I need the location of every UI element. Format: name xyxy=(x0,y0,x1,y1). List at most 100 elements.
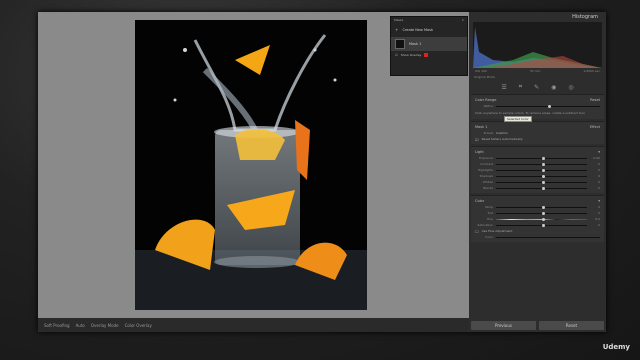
slider-track[interactable] xyxy=(496,162,587,166)
slider-value: 0 xyxy=(598,162,600,166)
reset-sliders-label: Reset Sliders Automatically xyxy=(481,137,523,141)
slider-thumb[interactable] xyxy=(541,186,545,190)
slider-value: 0 xyxy=(598,186,600,190)
slider-track[interactable] xyxy=(496,223,587,227)
slider-label: Saturation xyxy=(477,223,493,227)
slider-value: 0 xyxy=(598,211,600,215)
mask-label: Mask 1 xyxy=(409,42,422,46)
masking-icon[interactable]: ◎ xyxy=(568,84,573,91)
slider-thumb[interactable] xyxy=(541,217,545,221)
checkbox-icon[interactable]: ☐ xyxy=(475,229,479,234)
create-mask-button[interactable]: ＋ Create New Mask xyxy=(391,23,467,37)
hint-text: Click anywhere to sample colors. To remo… xyxy=(475,111,586,115)
chevron-down-icon[interactable]: ▾ xyxy=(598,199,600,203)
slider-label: Tint xyxy=(487,211,493,215)
effect-label: Effect xyxy=(589,125,600,129)
slider-value: 0.00 xyxy=(593,156,600,160)
shutter-label: 1/2000 sec xyxy=(583,69,600,73)
right-panel: Histogram ISO 100 35 mm 1/2000 sec Origina… xyxy=(469,12,606,332)
preset-select[interactable]: Custom xyxy=(496,131,508,135)
overlay-mode-label: Overlay Mode xyxy=(90,322,119,328)
slider-thumb[interactable] xyxy=(541,211,545,215)
watermark-logo: Udemy xyxy=(602,343,630,351)
slider-value: 0 xyxy=(598,223,600,227)
auto-toggle[interactable]: Auto xyxy=(76,323,85,328)
soft-proofing-label: Soft Proofing xyxy=(44,322,70,328)
slider-value: 0.0 xyxy=(595,217,600,221)
light-label: Light xyxy=(475,150,484,154)
slider-thumb[interactable] xyxy=(541,156,545,160)
color-range-section: Color Range Reset Refine Click anywhere t… xyxy=(471,94,604,119)
mask-effect-section: Mask 1 Effect Preset Custom ☑ Reset Sliders… xyxy=(471,121,604,144)
slider-label: Contrast xyxy=(480,162,493,166)
iso-label: ISO 100 xyxy=(475,69,487,73)
refine-label: Refine xyxy=(483,104,493,108)
create-mask-label: Create New Mask xyxy=(402,28,434,32)
lightroom-window: Soft Proofing Auto Overlay Mode Color Ov… xyxy=(38,12,606,332)
previous-button[interactable]: Previous xyxy=(471,321,536,330)
color-range-label: Color Range xyxy=(475,98,497,102)
plus-icon: ＋ xyxy=(395,27,399,32)
preset-label: Preset xyxy=(483,131,493,135)
photo-preview[interactable] xyxy=(135,20,367,310)
slider-label: Whites xyxy=(482,180,493,184)
slider-value: 0 xyxy=(598,168,600,172)
slider-label: Blacks xyxy=(483,186,493,190)
slider-label: Shadows xyxy=(479,174,493,178)
slider-label: Hue xyxy=(486,217,493,221)
redeye-icon[interactable]: ◉ xyxy=(551,84,556,91)
slider-track[interactable] xyxy=(496,217,587,221)
tooltip: Selected Color xyxy=(504,116,532,122)
masks-panel: Masks × ＋ Create New Mask Mask 1 ☑ Show Ove… xyxy=(390,16,468,76)
slider-track[interactable] xyxy=(496,174,587,178)
button-bar: Previous Reset xyxy=(471,321,604,330)
crop-icon[interactable]: ⌗ xyxy=(519,83,522,91)
show-overlay-label: Show Overlay xyxy=(400,53,422,57)
fine-adjust-label: Use Fine Adjustment xyxy=(481,229,513,233)
mask-thumbnail xyxy=(395,39,405,49)
color-picker-label: Color xyxy=(485,235,493,239)
photo-image xyxy=(135,20,367,310)
toolbar-bottom: Soft Proofing Auto Overlay Mode Color Ov… xyxy=(38,318,469,332)
slider-value: 0 xyxy=(598,174,600,178)
slider-thumb[interactable] xyxy=(541,174,545,178)
slider-track[interactable] xyxy=(496,156,587,160)
histogram-title: Histogram xyxy=(572,14,598,20)
slider-track[interactable] xyxy=(496,211,587,215)
light-section: Light ▾ Exposure 0.00 Contrast 0 Highlights 0 S… xyxy=(471,146,604,193)
slider-track[interactable] xyxy=(496,168,587,172)
color-section: Color ▾ Temp 0 Tint 0 Hue 0.0 Saturation 0 ☐ Use … xyxy=(471,195,604,242)
reset-link[interactable]: Reset xyxy=(590,98,600,102)
close-icon[interactable]: × xyxy=(461,18,464,22)
slider-thumb[interactable] xyxy=(541,162,545,166)
histogram xyxy=(473,22,602,68)
reset-button[interactable]: Reset xyxy=(539,321,604,330)
slider-track[interactable] xyxy=(496,205,587,209)
slider-thumb[interactable] xyxy=(541,205,545,209)
slider-track[interactable] xyxy=(496,180,587,184)
tool-strip: ☰ ⌗ ✎ ◉ ◎ xyxy=(469,80,606,94)
mask-item-1[interactable]: Mask 1 xyxy=(391,37,467,51)
overlay-row: ☑ Show Overlay xyxy=(391,51,467,59)
slider-thumb[interactable] xyxy=(541,180,545,184)
color-picker[interactable] xyxy=(496,236,600,238)
focal-label: 35 mm xyxy=(529,69,541,73)
checkbox-icon[interactable]: ☑ xyxy=(395,53,398,57)
slider-thumb[interactable] xyxy=(548,104,551,108)
overlay-mode-select[interactable]: Color Overlay xyxy=(125,323,152,328)
masks-title: Masks xyxy=(394,18,404,22)
refine-slider[interactable] xyxy=(496,104,600,108)
slider-value: 0 xyxy=(598,205,600,209)
slider-label: Highlights xyxy=(477,168,493,172)
sliders-icon[interactable]: ☰ xyxy=(501,84,506,91)
overlay-color-swatch[interactable] xyxy=(424,53,429,57)
slider-label: Temp xyxy=(485,205,493,209)
slider-value: 0 xyxy=(598,180,600,184)
slider-thumb[interactable] xyxy=(541,168,545,172)
brush-icon[interactable]: ✎ xyxy=(534,84,539,91)
slider-track[interactable] xyxy=(496,186,587,190)
checkbox-icon[interactable]: ☑ xyxy=(475,137,479,142)
slider-label: Exposure xyxy=(479,156,493,160)
chevron-down-icon[interactable]: ▾ xyxy=(598,150,600,154)
slider-thumb[interactable] xyxy=(541,223,545,227)
